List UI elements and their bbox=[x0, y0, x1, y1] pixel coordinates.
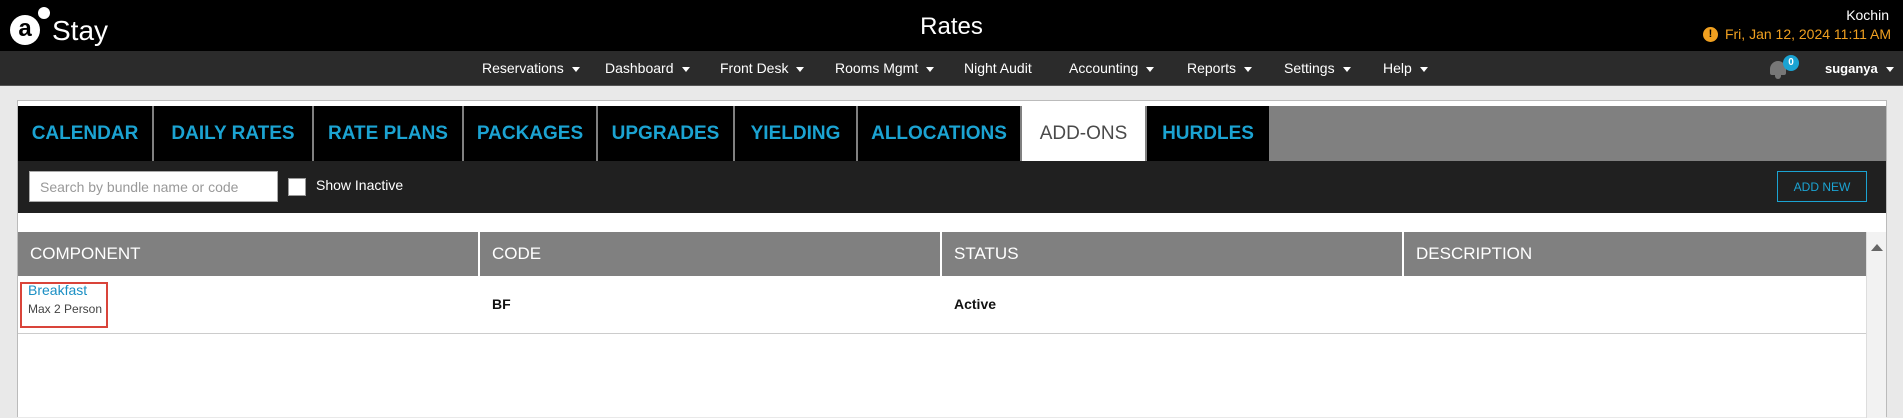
nav-item-rooms-mgmt[interactable]: Rooms Mgmt bbox=[835, 51, 935, 86]
tab-hurdles[interactable]: HURDLES bbox=[1147, 106, 1269, 161]
logo-mark: a bbox=[10, 7, 50, 45]
show-inactive-checkbox[interactable] bbox=[288, 178, 306, 196]
tab-rate-plans[interactable]: RATE PLANS bbox=[314, 106, 462, 161]
component-subtext: Max 2 Person bbox=[28, 302, 103, 316]
warning-icon: ! bbox=[1702, 26, 1718, 42]
status-cell: Active bbox=[942, 276, 1404, 334]
nav-item-front-desk[interactable]: Front Desk bbox=[720, 51, 805, 86]
nav-item-reservations[interactable]: Reservations bbox=[482, 51, 580, 86]
vertical-scrollbar[interactable] bbox=[1866, 232, 1886, 418]
top-bar: a Stay Rates Kochin ! Fri, Jan 12, 2024 … bbox=[0, 0, 1903, 51]
tab-upgrades[interactable]: UPGRADES bbox=[598, 106, 733, 161]
main-nav: Reservations Dashboard Front Desk Rooms … bbox=[0, 51, 1903, 86]
chevron-down-icon bbox=[1419, 66, 1428, 72]
rates-tabs: CALENDAR DAILY RATES RATE PLANS PACKAGES… bbox=[18, 106, 1886, 161]
tab-packages[interactable]: PACKAGES bbox=[464, 106, 596, 161]
notification-count-badge: 0 bbox=[1783, 55, 1799, 71]
tab-allocations[interactable]: ALLOCATIONS bbox=[858, 106, 1020, 161]
chevron-down-icon bbox=[1244, 66, 1253, 72]
tab-yielding[interactable]: YIELDING bbox=[735, 106, 856, 161]
nav-item-dashboard[interactable]: Dashboard bbox=[605, 51, 690, 86]
business-date: ! Fri, Jan 12, 2024 11:11 AM bbox=[1702, 26, 1891, 42]
chevron-down-icon bbox=[571, 66, 580, 72]
chevron-down-icon bbox=[1885, 67, 1894, 73]
table-row[interactable]: Breakfast Max 2 Person BF Active bbox=[18, 276, 1866, 334]
filter-bar: Show Inactive ADD NEW bbox=[18, 161, 1886, 213]
column-header-status[interactable]: STATUS bbox=[942, 232, 1404, 276]
code-value: BF bbox=[492, 296, 511, 312]
scroll-up-arrow-icon[interactable] bbox=[1871, 244, 1883, 251]
chevron-down-icon bbox=[681, 66, 690, 72]
rates-panel: CALENDAR DAILY RATES RATE PLANS PACKAGES… bbox=[17, 100, 1887, 418]
component-link[interactable]: Breakfast bbox=[28, 282, 87, 298]
logo-text: Stay bbox=[52, 15, 109, 46]
page-title: Rates bbox=[920, 13, 983, 40]
property-location: Kochin bbox=[1846, 7, 1889, 23]
nav-item-reports[interactable]: Reports bbox=[1187, 51, 1253, 86]
add-new-button[interactable]: ADD NEW bbox=[1777, 171, 1867, 202]
chevron-down-icon bbox=[1146, 66, 1155, 72]
chevron-down-icon bbox=[796, 66, 805, 72]
description-cell bbox=[1404, 276, 1866, 334]
app-logo[interactable]: a Stay bbox=[10, 7, 109, 46]
nav-item-night-audit[interactable]: Night Audit bbox=[964, 51, 1032, 86]
chevron-down-icon bbox=[1342, 66, 1351, 72]
username: suganya bbox=[1825, 61, 1878, 76]
status-value: Active bbox=[954, 296, 997, 312]
business-date-text: Fri, Jan 12, 2024 11:11 AM bbox=[1724, 26, 1891, 42]
tab-calendar[interactable]: CALENDAR bbox=[18, 106, 152, 161]
column-header-description[interactable]: DESCRIPTION bbox=[1404, 232, 1866, 276]
nav-item-accounting[interactable]: Accounting bbox=[1069, 51, 1155, 86]
table-header: COMPONENT CODE STATUS DESCRIPTION bbox=[18, 232, 1866, 276]
search-input[interactable] bbox=[29, 171, 278, 202]
show-inactive-label: Show Inactive bbox=[316, 177, 404, 193]
nav-item-help[interactable]: Help bbox=[1383, 51, 1428, 86]
tab-daily-rates[interactable]: DAILY RATES bbox=[154, 106, 312, 161]
chevron-down-icon bbox=[926, 66, 935, 72]
column-header-component[interactable]: COMPONENT bbox=[18, 232, 480, 276]
nav-item-settings[interactable]: Settings bbox=[1284, 51, 1351, 86]
logo-letter: a bbox=[18, 15, 32, 42]
user-menu[interactable]: suganya bbox=[1825, 51, 1894, 86]
component-cell: Breakfast Max 2 Person bbox=[18, 276, 480, 334]
code-cell: BF bbox=[480, 276, 942, 334]
column-header-code[interactable]: CODE bbox=[480, 232, 942, 276]
tab-add-ons[interactable]: ADD-ONS bbox=[1022, 106, 1145, 161]
